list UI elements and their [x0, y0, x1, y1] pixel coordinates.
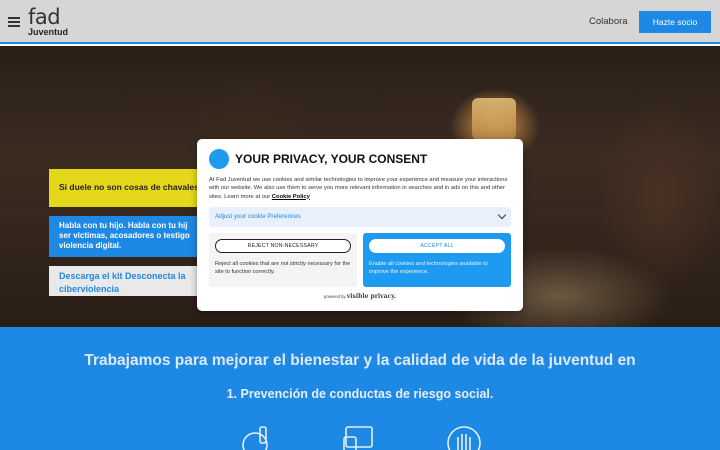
- bottle-icon: [242, 426, 268, 450]
- hero-card-message: Habla con tu hijo. Habla con tu hij ser …: [49, 216, 209, 257]
- consent-choices: REJECT NON-NECESSARY Reject all cookies …: [209, 232, 511, 287]
- hazte-socio-button[interactable]: Hazte socio: [639, 11, 711, 33]
- mission-section: Trabajamos para mejorar el bienestar y l…: [0, 327, 720, 450]
- nav-colabora-link[interactable]: Colabora: [589, 16, 628, 27]
- cookie-policy-link[interactable]: Cookie Policy: [272, 194, 310, 200]
- section-subtitle: 1. Prevención de conductas de riesgo soc…: [226, 387, 494, 401]
- logo-subtitle: Juventud: [28, 27, 69, 37]
- dialog-body-text: At Fad Juventud we use cookies and simil…: [209, 177, 508, 200]
- section-title: Trabajamos para mejorar el bienestar y l…: [84, 352, 636, 369]
- dialog-description: At Fad Juventud we use cookies and simil…: [209, 176, 511, 201]
- visible-privacy-logo: visible privacy.: [346, 292, 397, 300]
- chevron-down-icon: [497, 211, 507, 220]
- hand-stop-icon: [447, 426, 481, 450]
- accept-description: Enable all cookies and technologies avai…: [369, 260, 488, 276]
- logo-text: fad: [28, 5, 61, 29]
- accept-all-button[interactable]: ACCEPT ALL: [369, 238, 505, 253]
- adjust-preferences-dropdown[interactable]: Adjust your cookie Preferences: [209, 206, 511, 227]
- devices-icon: [343, 426, 373, 450]
- site-logo[interactable]: fad Juventud: [28, 6, 68, 37]
- cookie-consent-dialog: YOUR PRIVACY, YOUR CONSENT At Fad Juvent…: [197, 139, 523, 311]
- hero-lamp-image: [472, 98, 516, 144]
- reject-non-necessary-button[interactable]: REJECT NON-NECESSARY: [215, 238, 351, 253]
- preferences-label: Adjust your cookie Preferences: [215, 213, 301, 221]
- reject-description: Reject all cookies that are not strictly…: [215, 260, 351, 276]
- site-header: fad Juventud Colabora Hazte socio: [0, 0, 720, 44]
- dialog-header: YOUR PRIVACY, YOUR CONSENT: [209, 149, 511, 169]
- accept-panel: ACCEPT ALL Enable all cookies and techno…: [363, 232, 511, 287]
- dialog-title: YOUR PRIVACY, YOUR CONSENT: [235, 152, 428, 166]
- menu-icon[interactable]: [8, 17, 20, 27]
- powered-by: powered by visible privacy.: [209, 293, 511, 300]
- privacy-logo-icon: [209, 149, 229, 169]
- reject-panel: REJECT NON-NECESSARY Reject all cookies …: [209, 232, 357, 287]
- hero-card-download-link[interactable]: Descarga el kit Desconecta la ciberviole…: [49, 266, 209, 296]
- powered-by-label: powered by: [323, 293, 346, 299]
